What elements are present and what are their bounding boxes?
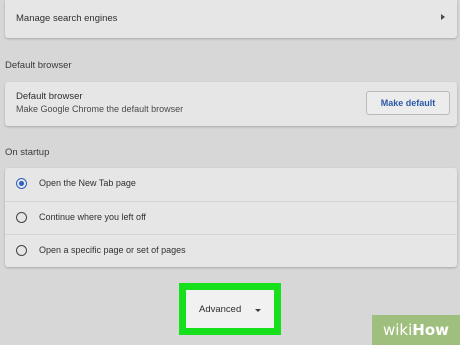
advanced-label: Advanced [199, 304, 242, 315]
watermark-part-wiki: wiki [382, 321, 413, 339]
wikihow-watermark: wiki How [372, 315, 460, 345]
default-browser-card: Default browser Make Google Chrome the d… [5, 82, 457, 126]
startup-option-new-tab[interactable]: Open the New Tab page [5, 168, 457, 201]
default-browser-heading: Default browser [5, 60, 72, 71]
radio-button[interactable] [16, 245, 27, 256]
startup-option-specific-pages[interactable]: Open a specific page or set of pages [5, 234, 457, 268]
startup-option-label: Continue where you left off [39, 212, 146, 222]
make-default-button[interactable]: Make default [366, 91, 450, 115]
caret-down-icon [255, 309, 261, 312]
watermark-part-how: How [412, 321, 449, 339]
radio-button[interactable] [16, 212, 27, 223]
startup-option-label: Open the New Tab page [39, 178, 136, 188]
radio-button-selected[interactable] [16, 178, 27, 189]
search-engines-card: Manage search engines [5, 0, 457, 38]
advanced-highlight-box: Advanced [179, 283, 281, 335]
startup-option-continue[interactable]: Continue where you left off [5, 201, 457, 235]
on-startup-heading: On startup [5, 147, 50, 158]
advanced-button[interactable]: Advanced [186, 290, 274, 328]
manage-search-engines-link[interactable]: Manage search engines [16, 13, 117, 24]
on-startup-card: Open the New Tab page Continue where you… [5, 168, 457, 267]
default-browser-row-title: Default browser [16, 91, 83, 102]
default-browser-row-subtitle: Make Google Chrome the default browser [16, 104, 184, 114]
startup-option-label: Open a specific page or set of pages [39, 245, 186, 255]
chevron-right-icon[interactable] [441, 14, 445, 20]
